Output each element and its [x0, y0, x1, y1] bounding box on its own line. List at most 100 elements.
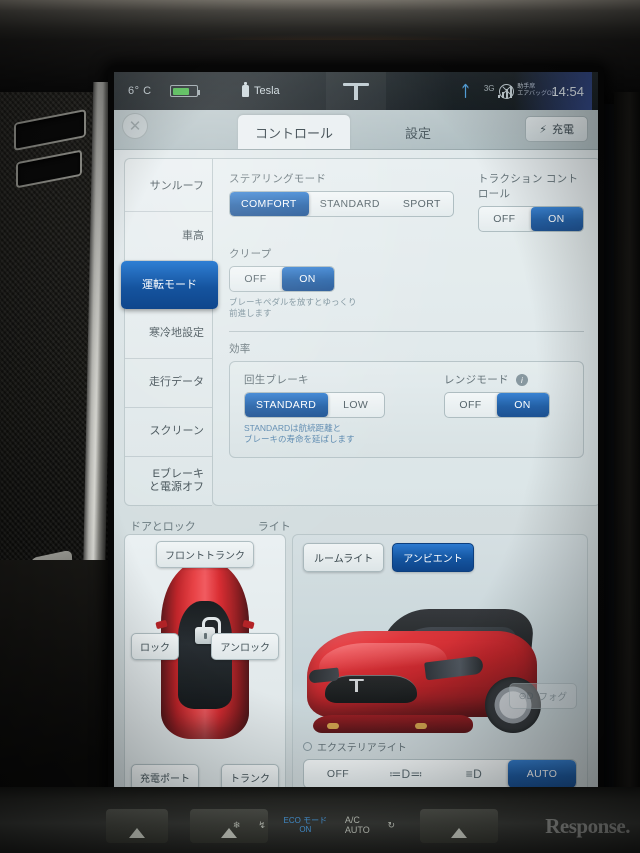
- card-divider: [229, 330, 584, 332]
- sidebar-item-display[interactable]: スクリーン: [125, 408, 212, 457]
- regen-brake-group: 回生ブレーキ STANDARD LOW: [244, 372, 426, 418]
- steering-mode-segmented: COMFORT STANDARD SPORT: [229, 191, 454, 217]
- steering-mode-group: ステアリングモード COMFORT STANDARD SPORT: [229, 171, 454, 232]
- ac-label: A/C: [344, 815, 360, 825]
- efficiency-label: 効率: [229, 342, 251, 355]
- recirculate-icon[interactable]: ↻: [388, 820, 396, 831]
- steering-mode-comfort[interactable]: COMFORT: [230, 192, 309, 216]
- fan-icon[interactable]: ❄: [233, 820, 241, 831]
- bottom-tab-bar: ドアとロック ライト: [124, 512, 588, 534]
- usb-media-label: Tesla: [254, 85, 280, 97]
- range-mode-group: レンジモード i OFF ON: [426, 372, 569, 418]
- efficiency-row: 回生ブレーキ STANDARD LOW レンジモード i OFF ON: [244, 372, 569, 418]
- air-vent-upper: [14, 109, 86, 151]
- regen-brake-segmented: STANDARD LOW: [244, 391, 386, 418]
- tab-controls[interactable]: コントロール: [238, 115, 350, 149]
- exterior-lights-off[interactable]: OFF: [304, 760, 372, 788]
- tab-doors-and-locks[interactable]: ドアとロック: [130, 518, 196, 534]
- traction-control-label: トラクション コントロール: [477, 173, 579, 200]
- range-mode-label: レンジモード i: [444, 372, 569, 387]
- tab-lights[interactable]: ライト: [258, 518, 291, 534]
- traction-control-on[interactable]: ON: [530, 207, 583, 231]
- fog-light-icon: ⊝D: [518, 690, 534, 702]
- ambient-light-button[interactable]: アンビエント: [392, 543, 474, 572]
- auto-label: AUTO: [344, 825, 370, 835]
- car-fog-light-left: [327, 723, 339, 729]
- driving-mode-card: ステアリングモード COMFORT STANDARD SPORT トラクション …: [212, 158, 598, 506]
- parking-light-glyph: ≔D≕: [389, 767, 423, 781]
- sidebar-item-ebrake-power-off[interactable]: Eブレーキ と電源オフ: [125, 457, 212, 505]
- sidebar-item-cold-weather[interactable]: 寒冷地設定: [125, 309, 212, 359]
- tab-settings[interactable]: 設定: [362, 115, 474, 149]
- lock-button[interactable]: ロック: [131, 633, 179, 660]
- sidebar-item-ride-height[interactable]: 車高: [125, 212, 212, 262]
- bluetooth-icon[interactable]: ᛏ: [461, 83, 470, 100]
- sidebar-item-driving-mode[interactable]: 運転モード: [121, 261, 218, 310]
- tab-bar: ✕ コントロール 設定 ⚡ 充電: [114, 110, 598, 150]
- creep-on[interactable]: ON: [282, 267, 334, 291]
- touchscreen: 6° C Tesla ᛏ 3G 14:54 ✕ コントロール 設定 ⚡ 充電 サ…: [114, 72, 598, 804]
- interior-light-buttons: ルームライト アンビエント: [303, 543, 474, 572]
- range-mode-off[interactable]: OFF: [445, 393, 497, 417]
- exterior-lights-segmented: OFF ≔D≕ ≡D AUTO: [303, 759, 577, 789]
- fog-light-button[interactable]: ⊝D フォグ: [508, 683, 577, 709]
- up-arrow-icon: [451, 828, 467, 838]
- range-mode-on[interactable]: ON: [497, 392, 549, 417]
- headlight-icon[interactable]: ≡D: [440, 760, 508, 788]
- front-trunk-button[interactable]: フロントトランク: [156, 541, 254, 568]
- ac-auto-label[interactable]: A/C AUTO: [345, 815, 370, 835]
- regen-brake-standard[interactable]: STANDARD: [245, 392, 329, 417]
- traction-control-off[interactable]: OFF: [479, 207, 531, 231]
- charge-button-label: 充電: [552, 124, 574, 136]
- regen-brake-low[interactable]: LOW: [328, 393, 384, 417]
- passenger-seat-edge: [614, 92, 640, 792]
- watermark: Response.: [545, 814, 630, 838]
- steering-mode-sport[interactable]: SPORT: [392, 192, 453, 216]
- outside-temperature: 6° C: [128, 85, 152, 97]
- exterior-lights-text: エクステリアライト: [317, 743, 407, 754]
- car-fog-light-right: [415, 723, 427, 729]
- traction-control-group: トラクション コントロール OFF ON: [454, 171, 584, 232]
- eco-mode-indicator: ECO モード ON: [284, 816, 328, 834]
- sidebar-item-trip-data[interactable]: 走行データ: [125, 359, 212, 408]
- status-bar: 6° C Tesla ᛏ 3G 14:54: [114, 72, 598, 110]
- sidebar-item-sunroof[interactable]: サンルーフ: [125, 163, 212, 213]
- creep-group: クリープ OFF ON ブレーキペダルを放すとゆっくり 前進します: [229, 246, 584, 320]
- clock: 14:54: [514, 72, 592, 110]
- exterior-lights-group: エクステリアライト OFF ≔D≕ ≡D AUTO: [303, 739, 577, 789]
- temp-passenger-button[interactable]: [420, 809, 498, 843]
- bottom-panels: フロントトランク ロック アンロック 充電ポート トランク ルームライト アンビ…: [124, 534, 588, 798]
- close-icon[interactable]: ✕: [122, 113, 148, 139]
- controls-sidebar: サンルーフ 車高 運転モード 寒冷地設定 走行データ スクリーン Eブレーキ と…: [121, 158, 218, 506]
- up-arrow-icon: [129, 828, 145, 838]
- tesla-logo-button[interactable]: [326, 72, 386, 110]
- exterior-lights-auto[interactable]: AUTO: [508, 760, 576, 788]
- defrost-icon[interactable]: ↯: [258, 820, 266, 831]
- climate-center-readout: ❄ ↯ ECO モード ON A/C AUTO ↻: [224, 803, 404, 847]
- headlight-glyph: ≡D: [465, 767, 483, 781]
- steering-traction-row: ステアリングモード COMFORT STANDARD SPORT トラクション …: [229, 171, 584, 232]
- parking-light-icon[interactable]: ≔D≕: [372, 760, 440, 788]
- range-mode-segmented: OFF ON: [444, 391, 550, 418]
- controls-area: サンルーフ 車高 運転モード 寒冷地設定 走行データ スクリーン Eブレーキ と…: [121, 158, 598, 506]
- tesla-badge-icon: [349, 679, 364, 692]
- eco-mode-label: ECO モード: [283, 815, 328, 825]
- usb-media-indicator[interactable]: Tesla: [242, 82, 280, 97]
- creep-off[interactable]: OFF: [230, 267, 282, 291]
- creep-label: クリープ: [229, 248, 272, 260]
- air-vent-lower: [16, 149, 82, 189]
- lights-panel: ルームライト アンビエント ⊝D フォグ エクステリアライト OFF ≔D≕ ≡…: [292, 534, 588, 798]
- climate-control-bar: ❄ ↯ ECO モード ON A/C AUTO ↻ Response.: [0, 787, 640, 853]
- info-icon[interactable]: i: [516, 374, 529, 387]
- temp-driver-button[interactable]: [106, 809, 168, 843]
- charge-button[interactable]: ⚡ 充電: [525, 116, 588, 142]
- screen-body: サンルーフ 車高 運転モード 寒冷地設定 走行データ スクリーン Eブレーキ と…: [114, 150, 598, 804]
- model-s-front-view-icon: [297, 609, 545, 735]
- steering-mode-standard[interactable]: STANDARD: [309, 192, 392, 216]
- unlock-button[interactable]: アンロック: [211, 633, 279, 660]
- regen-brake-label: 回生ブレーキ: [244, 373, 309, 386]
- cabin-light-button[interactable]: ルームライト: [303, 543, 385, 572]
- network-generation-label: 3G: [483, 84, 495, 93]
- fog-light-label: フォグ: [538, 692, 567, 703]
- creep-segmented: OFF ON: [229, 266, 335, 292]
